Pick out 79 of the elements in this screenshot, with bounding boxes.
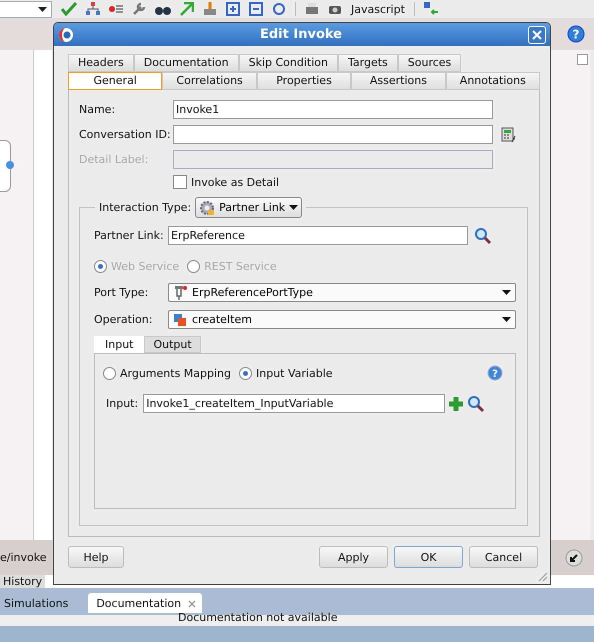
conversation-id-field[interactable] [173,125,493,144]
search-icon[interactable] [467,394,486,412]
operation-icon [173,312,187,326]
documentation-message: Documentation not available [178,611,338,624]
deploy-icon[interactable] [203,2,217,16]
wrench-icon[interactable] [132,2,146,16]
breakpoint-list-icon[interactable] [109,3,123,15]
name-label: Name: [79,103,116,116]
port-type-dropdown[interactable]: ErpReferencePortType [168,283,516,302]
arrow-icon[interactable] [180,2,194,16]
resize-grip-icon[interactable] [538,572,548,582]
dialog-tab[interactable]: Skip Condition [238,54,338,72]
interaction-type-dropdown[interactable]: Partner Link [195,197,302,218]
arrow-button-icon[interactable] [565,548,583,566]
plug-icon [173,286,187,300]
printer-icon[interactable] [305,3,319,15]
history-tab[interactable]: History [0,575,46,588]
radio-label: Web Service [111,260,180,272]
breadcrumb-text: e/invoke [0,551,46,564]
help-icon[interactable]: ? [487,365,503,381]
interaction-type-label: Interaction Type: [99,201,192,214]
expand-icon[interactable] [226,2,240,16]
dialog-tab[interactable]: Assertions [351,72,446,90]
invoke-as-detail-label: Invoke as Detail [191,176,280,188]
help-icon[interactable]: ? [567,25,585,43]
dialog-tab[interactable]: Correlations [162,72,257,90]
close-icon [532,30,542,40]
dialog-tab[interactable]: Sources [398,54,462,72]
conversation-id-label: Conversation ID: [79,128,172,141]
io-tab[interactable]: Input [94,336,144,353]
caret-icon [502,317,511,322]
expression-builder-icon[interactable] [501,126,517,142]
caret-icon [289,205,298,210]
dialog-tab[interactable]: Documentation [134,54,239,72]
dialog-tab[interactable]: Properties [256,72,352,90]
caret-icon [38,6,47,12]
io-tab[interactable]: Output [144,336,201,353]
radio-button[interactable] [239,366,252,380]
detail-label-label: Detail Label: [79,153,150,166]
checkbox-square[interactable] [577,54,588,65]
dialog-tab[interactable]: General [68,72,162,90]
dialog-button[interactable]: Apply [319,546,388,568]
caret-icon [502,290,511,295]
close-icon[interactable] [188,600,196,608]
dialog-button[interactable]: OK [394,546,463,568]
panel-tab[interactable]: Documentation [88,593,202,613]
dialog-tab[interactable]: Headers [68,54,134,72]
hierarchy-icon[interactable] [86,2,100,16]
radio-label: REST Service [204,260,277,272]
radio-button[interactable] [103,366,116,380]
operation-dropdown[interactable]: createItem [168,310,516,329]
camera-icon[interactable] [328,3,342,15]
toolbar-dropdown[interactable] [0,0,52,18]
checkbox[interactable] [173,175,187,189]
swap-icon[interactable] [424,2,438,16]
name-field[interactable]: Invoke1 [173,100,493,119]
operation-label: Operation: [94,313,154,326]
dialog-tab[interactable]: Annotations [446,72,540,90]
dialog-button[interactable]: Cancel [469,546,538,568]
collapse-icon[interactable] [249,2,263,16]
close-button[interactable] [528,26,546,44]
search-icon[interactable] [474,226,492,244]
partner-link-label: Partner Link: [94,229,165,242]
refresh-icon[interactable] [272,2,286,16]
logo-icon [58,26,74,42]
javascript-label[interactable]: Javascript [351,2,405,16]
partner-link-field[interactable]: ErpReference [168,226,468,245]
dialog-title: Edit Invoke [259,27,343,42]
connector-dot [6,161,14,169]
input-variable-field[interactable]: Invoke1_createItem_InputVariable [143,394,446,413]
panel-tab[interactable]: Simulations [0,593,86,613]
dialog-tab[interactable]: Targets [338,54,398,72]
radio-label: Arguments Mapping [120,366,232,380]
dialog-button[interactable]: Help [68,546,124,568]
radio-label: Input Variable [256,366,333,380]
port-type-label: Port Type: [94,286,150,299]
input-label: Input: [106,397,138,410]
checkmark-icon[interactable] [61,2,77,16]
gear-icon [199,200,216,216]
